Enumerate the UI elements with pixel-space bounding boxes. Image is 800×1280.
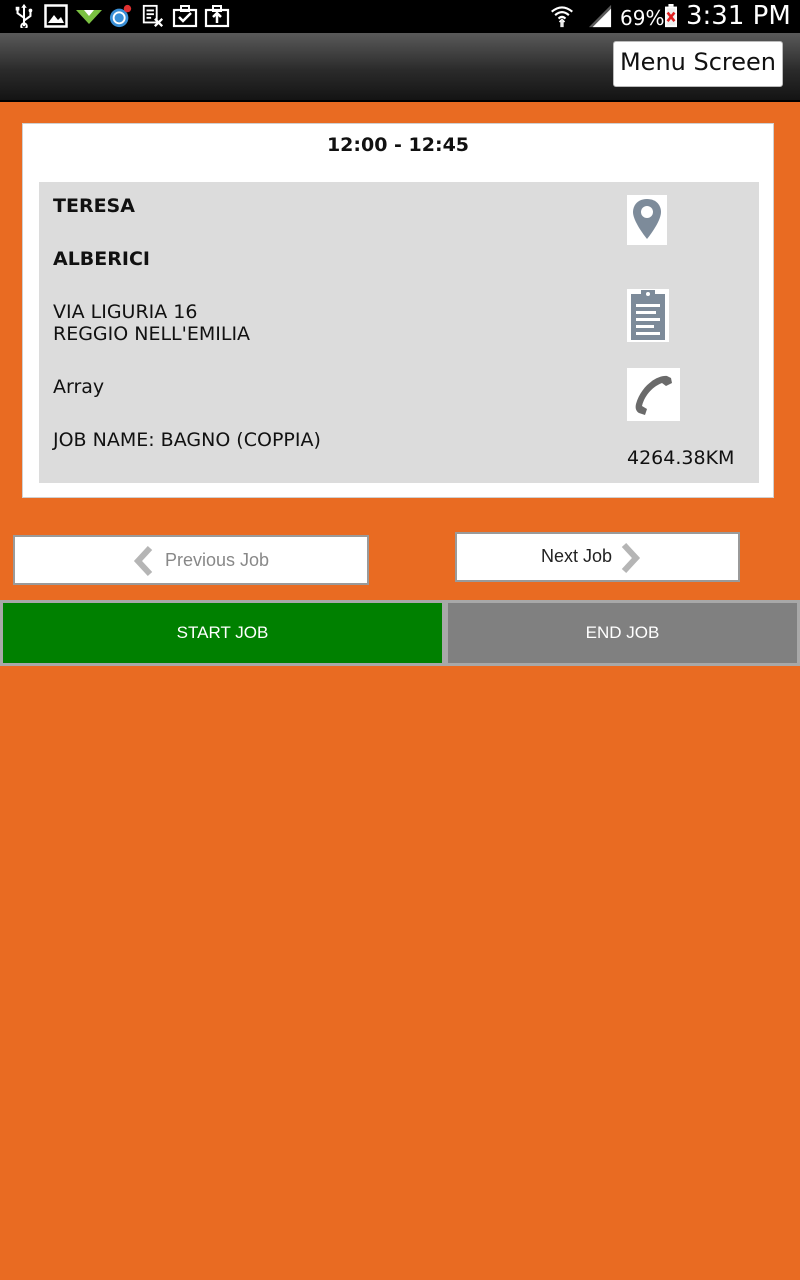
calendar-x-icon <box>142 4 164 27</box>
image-icon <box>44 4 68 28</box>
job-details-panel: TERESA ALBERICI VIA LIGURIA 16 REGGIO NE… <box>39 182 759 483</box>
phone-icon[interactable] <box>627 368 680 421</box>
clipboard-icon[interactable] <box>627 289 669 342</box>
briefcase-upload-icon <box>204 5 230 28</box>
previous-job-button[interactable]: Previous Job <box>13 535 369 585</box>
signal-icon <box>588 4 612 28</box>
briefcase-check-icon <box>172 5 198 28</box>
address-line-1: VIA LIGURIA 16 <box>53 301 198 323</box>
battery-percent: 69% <box>620 6 665 30</box>
customer-last-name: ALBERICI <box>53 248 150 270</box>
wifi-icon <box>551 6 573 28</box>
job-name: JOB NAME: BAGNO (COPPIA) <box>53 429 321 451</box>
usb-icon <box>15 4 33 28</box>
previous-job-label: Previous Job <box>165 550 270 570</box>
job-card: 12:00 - 12:45 TERESA ALBERICI VIA LIGURI… <box>22 123 774 498</box>
address-line-2: REGGIO NELL'EMILIA <box>53 323 251 345</box>
chevron-right-icon <box>621 542 641 574</box>
clock: 3:31 PM <box>686 1 791 31</box>
status-bar: 69% 3:31 PM <box>0 0 800 33</box>
next-job-label: Next Job <box>541 546 613 566</box>
array-text: Array <box>53 376 105 398</box>
action-bar: Menu Screen <box>0 33 800 102</box>
map-pin-icon[interactable] <box>627 195 667 245</box>
distance-value: 4264.38KM <box>627 447 735 469</box>
globe-notification-icon <box>109 4 132 28</box>
next-job-button[interactable]: Next Job <box>455 532 740 582</box>
start-job-button[interactable]: START JOB <box>0 600 445 666</box>
chevron-left-icon <box>133 545 153 577</box>
job-time-range: 12:00 - 12:45 <box>326 134 470 156</box>
download-icon <box>76 10 102 24</box>
battery-icon <box>665 4 677 28</box>
customer-first-name: TERESA <box>53 195 135 217</box>
end-job-button[interactable]: END JOB <box>445 600 800 666</box>
menu-screen-button[interactable]: Menu Screen <box>613 41 783 87</box>
